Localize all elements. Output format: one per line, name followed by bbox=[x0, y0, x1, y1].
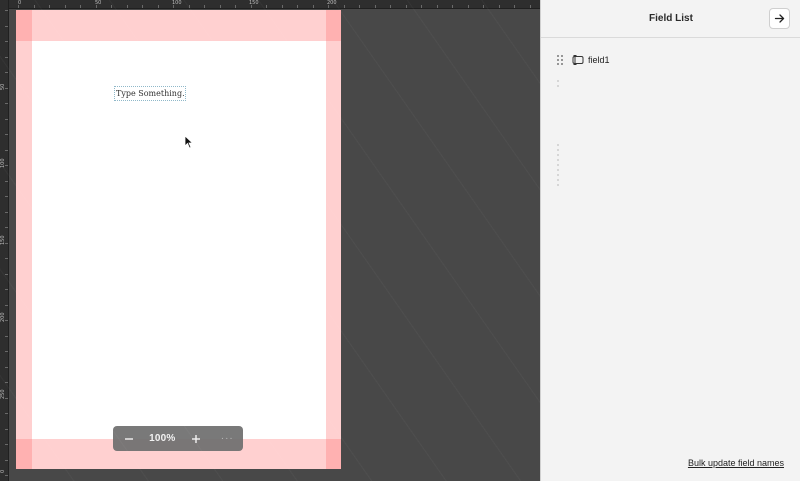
zoom-level[interactable]: 100% bbox=[149, 433, 175, 444]
arrow-right-icon bbox=[774, 14, 785, 23]
ruler-minor-tick bbox=[5, 258, 8, 259]
ruler-minor-tick bbox=[5, 289, 8, 290]
ruler-minor-tick bbox=[5, 351, 8, 352]
ruler-minor-tick bbox=[5, 41, 8, 42]
drag-handle-icon[interactable] bbox=[556, 54, 564, 66]
ruler-minor-tick bbox=[5, 428, 8, 430]
ruler-minor-tick bbox=[390, 5, 391, 8]
panel-header: Field List bbox=[541, 0, 800, 38]
text-field-icon bbox=[572, 55, 584, 65]
ruler-minor-tick bbox=[498, 5, 500, 8]
ruler-minor-tick bbox=[5, 304, 8, 306]
horizontal-ruler: 0 50 100 150 200 bbox=[0, 0, 540, 9]
ruler-minor-tick bbox=[421, 5, 422, 8]
ruler-minor-tick bbox=[5, 10, 8, 11]
bulk-update-field-names-link[interactable]: Bulk update field names bbox=[688, 458, 784, 468]
ruler-tick: 0 bbox=[0, 469, 6, 473]
ruler-minor-tick bbox=[514, 5, 515, 8]
panel-title: Field List bbox=[649, 13, 693, 24]
ruler-minor-tick bbox=[452, 5, 453, 8]
ruler-minor-tick bbox=[5, 273, 8, 275]
ruler-minor-tick bbox=[359, 5, 360, 8]
ruler-minor-tick bbox=[18, 5, 19, 8]
ruler-minor-tick bbox=[5, 459, 8, 461]
ruler-minor-tick bbox=[219, 5, 221, 8]
ruler-minor-tick bbox=[80, 5, 81, 8]
zoom-out-button[interactable] bbox=[118, 429, 140, 449]
ruler-minor-tick bbox=[5, 366, 8, 368]
ruler-minor-tick bbox=[188, 5, 190, 8]
ruler-minor-tick bbox=[95, 5, 97, 8]
ruler-minor-tick bbox=[5, 180, 8, 182]
ruler-minor-tick bbox=[204, 5, 205, 8]
ruler-minor-tick bbox=[405, 5, 407, 8]
zoom-in-button[interactable] bbox=[185, 429, 207, 449]
ruler-minor-tick bbox=[235, 5, 236, 8]
minus-icon bbox=[124, 437, 133, 440]
ruler-tick: 100 bbox=[0, 158, 6, 168]
ruler-minor-tick bbox=[5, 103, 8, 104]
ruler-minor-tick bbox=[281, 5, 283, 8]
more-options-button[interactable]: ··· bbox=[216, 429, 238, 449]
ruler-minor-tick bbox=[529, 5, 531, 8]
ruler-minor-tick bbox=[328, 5, 329, 8]
ruler-minor-tick bbox=[33, 5, 35, 8]
ruler-minor-tick bbox=[5, 87, 8, 89]
ruler-minor-tick bbox=[343, 5, 345, 8]
ruler-minor-tick bbox=[374, 5, 376, 8]
field-list-item[interactable]: field1 bbox=[556, 52, 610, 68]
ruler-minor-tick bbox=[5, 227, 8, 228]
bleed-area-right bbox=[326, 10, 341, 469]
ruler-minor-tick bbox=[157, 5, 159, 8]
ruler-minor-tick bbox=[436, 5, 438, 8]
bleed-area-left bbox=[16, 10, 32, 469]
ruler-minor-tick bbox=[5, 335, 8, 337]
ruler-minor-tick bbox=[5, 413, 8, 414]
field-list-panel: Field List field1 Bulk update field name… bbox=[540, 0, 800, 481]
ruler-minor-tick bbox=[142, 5, 143, 8]
ruler-minor-tick bbox=[111, 5, 112, 8]
vertical-ruler: 50 100 150 200 250 0 bbox=[0, 0, 9, 481]
ruler-tick: 150 bbox=[0, 235, 6, 245]
ruler-minor-tick bbox=[5, 72, 8, 73]
text-field-placeholder[interactable]: Type Something... bbox=[114, 86, 186, 101]
ruler-minor-tick bbox=[5, 382, 8, 383]
ruler-minor-tick bbox=[266, 5, 267, 8]
plus-icon bbox=[191, 434, 200, 443]
ruler-minor-tick bbox=[483, 5, 484, 8]
ruler-minor-tick bbox=[173, 5, 174, 8]
ruler-minor-tick bbox=[5, 475, 8, 476]
zoom-toolbar: 100% ··· bbox=[113, 426, 243, 451]
ruler-minor-tick bbox=[5, 320, 8, 321]
divider bbox=[557, 144, 559, 188]
collapse-panel-button[interactable] bbox=[769, 8, 790, 29]
ruler-minor-tick bbox=[5, 196, 8, 197]
ruler-minor-tick bbox=[5, 134, 8, 135]
ruler-minor-tick bbox=[49, 5, 50, 8]
ruler-minor-tick bbox=[467, 5, 469, 8]
mouse-cursor-icon bbox=[184, 135, 194, 149]
ruler-minor-tick bbox=[5, 444, 8, 445]
ruler-minor-tick bbox=[126, 5, 128, 8]
ruler-minor-tick bbox=[250, 5, 252, 8]
ruler-minor-tick bbox=[5, 211, 8, 213]
ruler-minor-tick bbox=[5, 242, 8, 244]
canvas-workspace[interactable]: 0 50 100 150 200 50 100 150 200 250 0 Ty… bbox=[0, 0, 540, 481]
ruler-minor-tick bbox=[5, 118, 8, 120]
ruler-minor-tick bbox=[5, 165, 8, 166]
field-name: field1 bbox=[588, 55, 610, 65]
ruler-minor-tick bbox=[5, 397, 8, 399]
document-page[interactable] bbox=[16, 10, 341, 469]
ruler-minor-tick bbox=[64, 5, 66, 8]
bleed-area-top bbox=[16, 10, 341, 41]
ruler-minor-tick bbox=[312, 5, 314, 8]
ruler-minor-tick bbox=[5, 56, 8, 58]
divider bbox=[557, 80, 559, 88]
ruler-minor-tick bbox=[5, 25, 8, 27]
ruler-minor-tick bbox=[5, 149, 8, 151]
ruler-minor-tick bbox=[297, 5, 298, 8]
